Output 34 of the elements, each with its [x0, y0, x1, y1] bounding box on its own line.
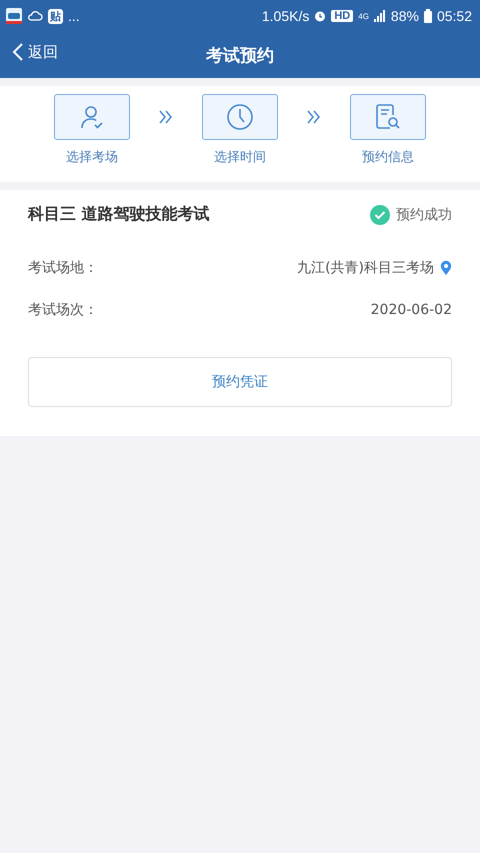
- network-type: 4G: [358, 12, 369, 20]
- field-value: 2020-06-02: [370, 302, 452, 318]
- alarm-icon: [314, 10, 326, 22]
- field-label: 考试场地：: [28, 259, 98, 277]
- clock-icon: [226, 103, 254, 131]
- step-box[interactable]: [350, 94, 426, 140]
- step-label: 选择考场: [66, 149, 118, 166]
- signal-icon: [374, 10, 386, 22]
- chevrons-icon: [306, 110, 322, 124]
- document-search-icon: [375, 103, 401, 131]
- back-button[interactable]: 返回: [12, 42, 58, 62]
- more-text: ...: [68, 8, 80, 24]
- person-icon: [79, 104, 105, 130]
- exam-title: 科目三 道路驾驶技能考试: [28, 204, 210, 225]
- battery-percent: 88%: [390, 8, 419, 24]
- step-box[interactable]: [54, 94, 130, 140]
- step-box[interactable]: [202, 94, 278, 140]
- location-pin-icon[interactable]: [440, 260, 452, 276]
- step-label: 选择时间: [214, 149, 266, 166]
- status-text: 预约成功: [396, 206, 452, 224]
- step-label: 预约信息: [362, 149, 414, 166]
- cloud-icon: [27, 9, 43, 23]
- notification-badge: 贴: [48, 8, 63, 24]
- clock-time: 05:52: [436, 8, 472, 24]
- network-speed: 1.05K/s: [262, 8, 310, 24]
- app-icon: [6, 8, 22, 24]
- chevrons-icon: [158, 110, 174, 124]
- field-value: 九江(共青)科目三考场: [297, 259, 434, 277]
- page-title: 考试预约: [206, 44, 274, 66]
- hd-badge: HD: [331, 10, 354, 22]
- field-label: 考试场次：: [28, 301, 98, 319]
- voucher-button[interactable]: 预约凭证: [28, 357, 452, 407]
- battery-icon: [424, 9, 432, 23]
- back-chevron-icon: [12, 42, 24, 62]
